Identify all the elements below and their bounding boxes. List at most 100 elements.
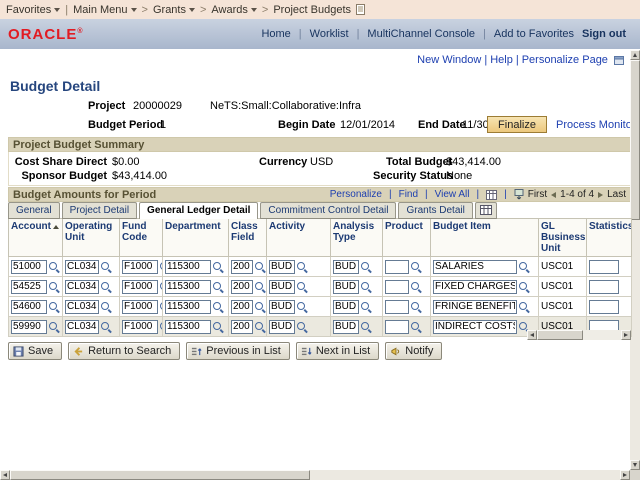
lookup-icon[interactable] xyxy=(212,301,224,313)
multichannel-console-link[interactable]: MultiChannel Console xyxy=(367,28,475,40)
previous-page-icon[interactable] xyxy=(551,191,557,198)
lookup-icon[interactable] xyxy=(296,261,308,273)
main-menu[interactable]: Main Menu xyxy=(73,4,137,16)
column-header-account[interactable]: Account xyxy=(8,218,63,257)
find-link[interactable]: Find xyxy=(399,189,418,200)
notify-button[interactable]: Notify xyxy=(385,342,443,360)
lookup-icon[interactable] xyxy=(212,261,224,273)
lookup-icon[interactable] xyxy=(518,281,530,293)
lookup-icon[interactable] xyxy=(159,261,162,273)
lookup-icon[interactable] xyxy=(48,321,60,333)
add-to-favorites-link[interactable]: Add to Favorites xyxy=(494,28,574,40)
personalize-page-link[interactable]: Personalize Page xyxy=(522,54,608,66)
analysis-type-input[interactable] xyxy=(333,279,359,294)
paging-last-label[interactable]: Last xyxy=(607,189,626,200)
fund-code-input[interactable] xyxy=(122,299,158,314)
tab-project-detail[interactable]: Project Detail xyxy=(61,202,138,219)
fund-code-input[interactable] xyxy=(122,279,158,294)
department-input[interactable] xyxy=(165,299,211,314)
zoom-grid-icon[interactable] xyxy=(486,189,498,200)
operating-unit-input[interactable] xyxy=(65,259,99,274)
lookup-icon[interactable] xyxy=(48,261,60,273)
lookup-icon[interactable] xyxy=(360,281,372,293)
budget-item-input[interactable] xyxy=(433,279,517,294)
department-input[interactable] xyxy=(165,259,211,274)
tab-general-ledger-detail[interactable]: General Ledger Detail xyxy=(139,202,259,219)
lookup-icon[interactable] xyxy=(296,301,308,313)
save-button[interactable]: Save xyxy=(8,342,63,360)
operating-unit-input[interactable] xyxy=(65,279,99,294)
budget-item-input[interactable] xyxy=(433,319,517,334)
scroll-left-button[interactable] xyxy=(0,470,10,480)
lookup-icon[interactable] xyxy=(48,301,60,313)
lookup-icon[interactable] xyxy=(518,261,530,273)
department-input[interactable] xyxy=(165,279,211,294)
lookup-icon[interactable] xyxy=(360,261,372,273)
lookup-icon[interactable] xyxy=(296,321,308,333)
class-field-input[interactable] xyxy=(231,319,253,334)
breadcrumb-project-budgets[interactable]: Project Budgets xyxy=(273,4,351,16)
lookup-icon[interactable] xyxy=(100,301,112,313)
breadcrumb-grants[interactable]: Grants xyxy=(153,4,195,16)
breadcrumb-awards[interactable]: Awards xyxy=(211,4,257,16)
account-input[interactable] xyxy=(11,279,47,294)
class-field-input[interactable] xyxy=(231,259,253,274)
help-link[interactable]: Help xyxy=(490,54,513,66)
lookup-icon[interactable] xyxy=(254,261,266,273)
lookup-icon[interactable] xyxy=(410,281,422,293)
lookup-icon[interactable] xyxy=(360,301,372,313)
finalize-button[interactable]: Finalize xyxy=(487,116,547,133)
scroll-right-button[interactable] xyxy=(620,470,630,480)
home-link[interactable]: Home xyxy=(261,28,290,40)
lookup-icon[interactable] xyxy=(159,321,162,333)
sign-out-link[interactable]: Sign out xyxy=(582,28,626,40)
personalize-page-icon[interactable] xyxy=(614,55,624,65)
department-input[interactable] xyxy=(165,319,211,334)
activity-input[interactable] xyxy=(269,259,295,274)
worklist-link[interactable]: Worklist xyxy=(310,28,349,40)
lookup-icon[interactable] xyxy=(518,301,530,313)
lookup-icon[interactable] xyxy=(254,321,266,333)
next-page-icon[interactable] xyxy=(598,191,604,198)
lookup-icon[interactable] xyxy=(159,281,162,293)
product-input[interactable] xyxy=(385,319,409,334)
statistics-code-input[interactable] xyxy=(589,259,619,274)
lookup-icon[interactable] xyxy=(360,321,372,333)
lookup-icon[interactable] xyxy=(48,281,60,293)
lookup-icon[interactable] xyxy=(100,321,112,333)
return-to-search-button[interactable]: Return to Search xyxy=(68,342,181,360)
analysis-type-input[interactable] xyxy=(333,319,359,334)
operating-unit-input[interactable] xyxy=(65,299,99,314)
analysis-type-input[interactable] xyxy=(333,259,359,274)
statistics-code-input[interactable] xyxy=(589,279,619,294)
account-input[interactable] xyxy=(11,299,47,314)
fund-code-input[interactable] xyxy=(122,259,158,274)
budget-item-input[interactable] xyxy=(433,299,517,314)
lookup-icon[interactable] xyxy=(296,281,308,293)
activity-input[interactable] xyxy=(269,319,295,334)
lookup-icon[interactable] xyxy=(410,321,422,333)
scroll-down-button[interactable] xyxy=(630,460,640,470)
scrollbar-thumb[interactable] xyxy=(10,470,310,480)
product-input[interactable] xyxy=(385,279,409,294)
scrollbar-thumb[interactable] xyxy=(537,330,583,340)
product-input[interactable] xyxy=(385,299,409,314)
fund-code-input[interactable] xyxy=(122,319,158,334)
view-all-link[interactable]: View All xyxy=(435,189,470,200)
lookup-icon[interactable] xyxy=(159,301,162,313)
next-in-list-button[interactable]: Next in List xyxy=(295,342,380,360)
previous-in-list-button[interactable]: Previous in List xyxy=(186,342,290,360)
lookup-icon[interactable] xyxy=(254,281,266,293)
show-all-columns-tab[interactable] xyxy=(474,202,497,219)
account-input[interactable] xyxy=(11,259,47,274)
tab-grants-detail[interactable]: Grants Detail xyxy=(398,202,473,219)
analysis-type-input[interactable] xyxy=(333,299,359,314)
scroll-left-button[interactable] xyxy=(527,330,537,340)
lookup-icon[interactable] xyxy=(254,301,266,313)
lookup-icon[interactable] xyxy=(212,321,224,333)
operating-unit-input[interactable] xyxy=(65,319,99,334)
favorites-menu[interactable]: Favorites xyxy=(6,4,61,16)
scroll-up-button[interactable] xyxy=(630,50,640,60)
process-monitor-link[interactable]: Process Monitor xyxy=(556,119,635,131)
class-field-input[interactable] xyxy=(231,279,253,294)
